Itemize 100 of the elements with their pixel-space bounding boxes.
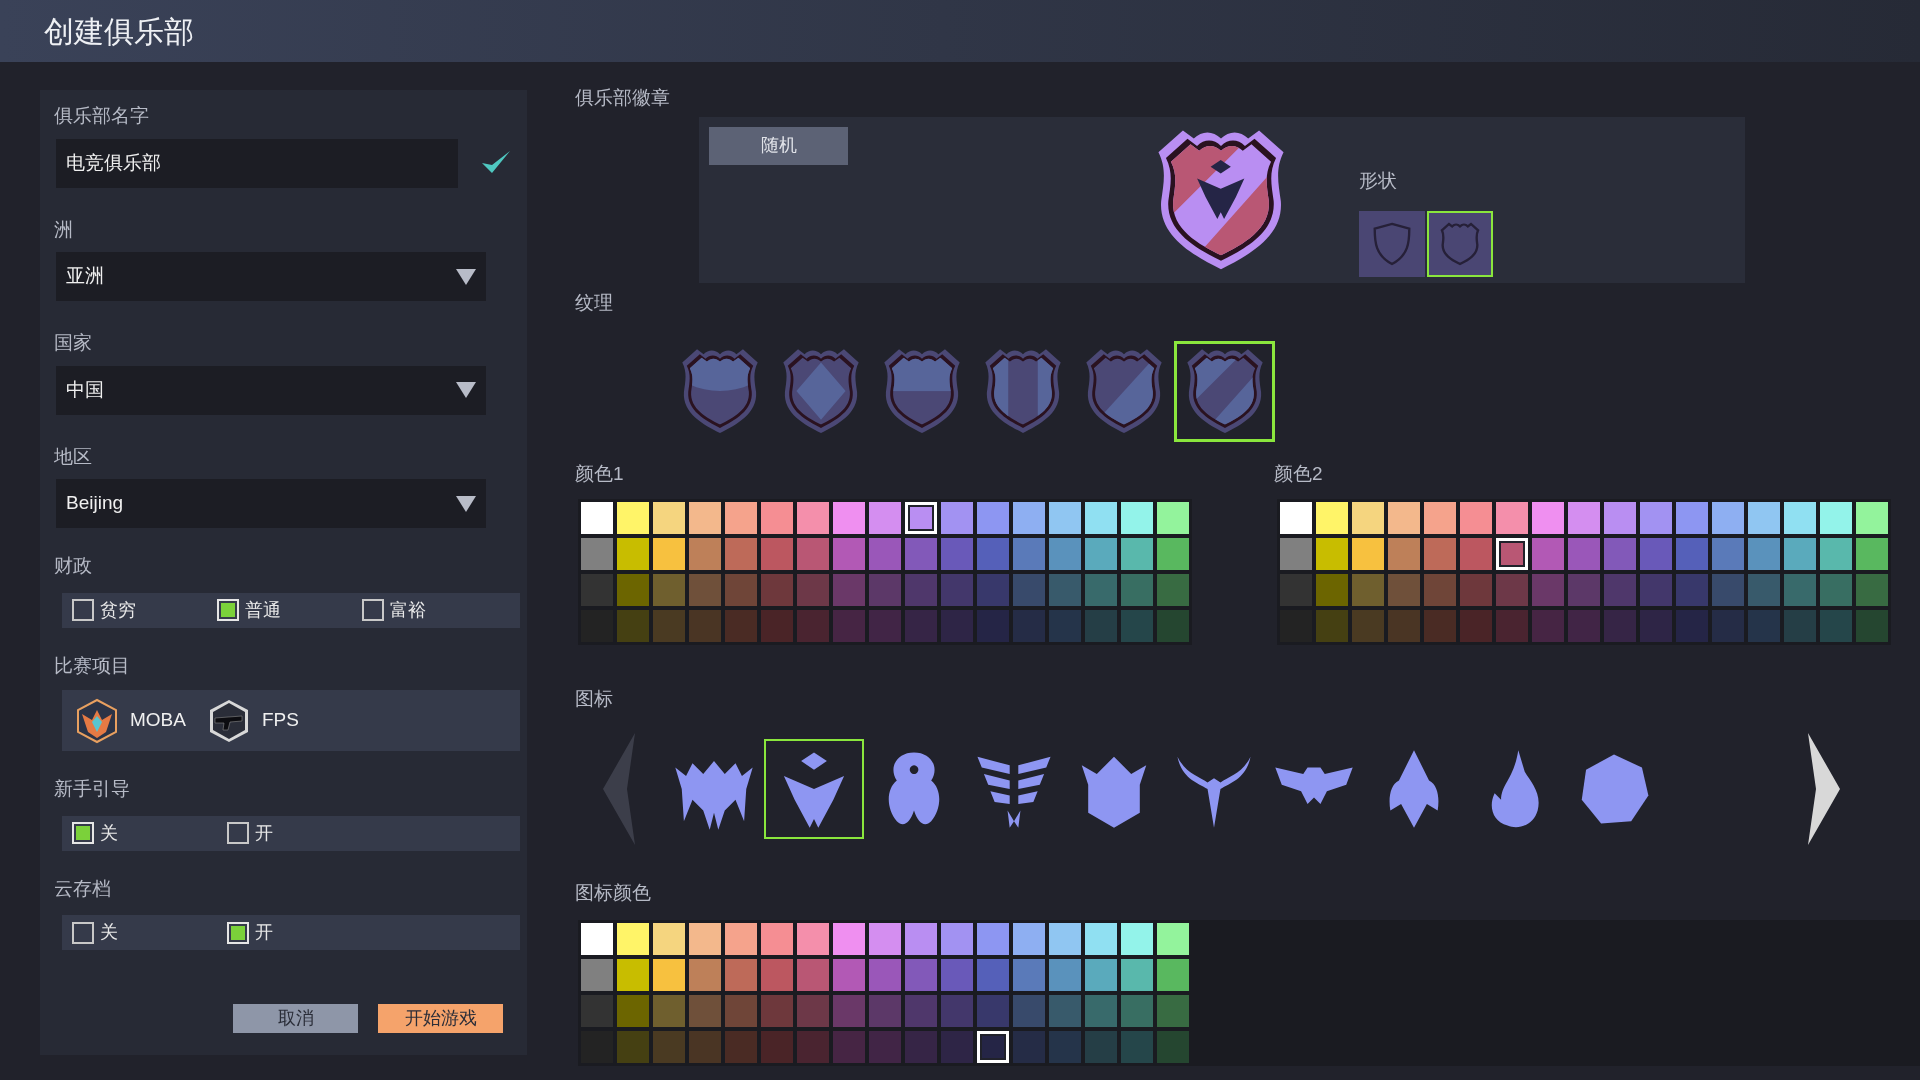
color-swatch[interactable]: [761, 1030, 793, 1063]
color-swatch[interactable]: [1157, 922, 1189, 955]
color-swatch[interactable]: [1388, 609, 1420, 642]
color-swatch[interactable]: [617, 609, 649, 642]
color-swatch[interactable]: [617, 573, 649, 606]
color-swatch[interactable]: [1352, 573, 1384, 606]
color-swatch[interactable]: [1121, 501, 1153, 534]
color-swatch[interactable]: [977, 609, 1009, 642]
shape-option[interactable]: [1427, 211, 1493, 277]
color-swatch[interactable]: [869, 1030, 901, 1063]
color-swatch[interactable]: [761, 922, 793, 955]
color-swatch[interactable]: [1532, 573, 1564, 606]
color-swatch[interactable]: [869, 573, 901, 606]
color-swatch[interactable]: [689, 537, 721, 570]
color-swatch[interactable]: [1157, 609, 1189, 642]
color-swatch[interactable]: [689, 922, 721, 955]
color-swatch[interactable]: [977, 501, 1009, 534]
color-swatch[interactable]: [1460, 501, 1492, 534]
color-swatch[interactable]: [1820, 501, 1852, 534]
color-swatch[interactable]: [1856, 609, 1888, 642]
color-swatch[interactable]: [1604, 573, 1636, 606]
color-swatch[interactable]: [1157, 1030, 1189, 1063]
color-swatch[interactable]: [941, 537, 973, 570]
dropdown[interactable]: Beijing: [56, 479, 486, 528]
color-swatch[interactable]: [1316, 609, 1348, 642]
color-swatch[interactable]: [1496, 609, 1528, 642]
color-swatch[interactable]: [1121, 1030, 1153, 1063]
color-swatch[interactable]: [1085, 994, 1117, 1027]
color-swatch[interactable]: [1568, 609, 1600, 642]
color-swatch[interactable]: [797, 994, 829, 1027]
color-swatch[interactable]: [1085, 1030, 1117, 1063]
color-swatch[interactable]: [905, 994, 937, 1027]
color-swatch[interactable]: [1121, 994, 1153, 1027]
color-swatch[interactable]: [1496, 501, 1528, 534]
color-swatch[interactable]: [761, 573, 793, 606]
color-swatch[interactable]: [1748, 501, 1780, 534]
color-swatch[interactable]: [689, 573, 721, 606]
color-swatch[interactable]: [1049, 994, 1081, 1027]
color-swatch[interactable]: [1712, 609, 1744, 642]
color-swatch[interactable]: [977, 994, 1009, 1027]
color-swatch[interactable]: [653, 501, 685, 534]
color-swatch[interactable]: [833, 1030, 865, 1063]
color-swatch[interactable]: [761, 537, 793, 570]
color-swatch[interactable]: [617, 1030, 649, 1063]
color-swatch[interactable]: [977, 1030, 1009, 1063]
checkbox[interactable]: [227, 921, 249, 944]
dropdown[interactable]: 亚洲: [56, 252, 486, 301]
checkbox[interactable]: [217, 599, 239, 621]
color-swatch[interactable]: [1157, 958, 1189, 991]
color-swatch[interactable]: [1748, 609, 1780, 642]
color-swatch[interactable]: [1316, 501, 1348, 534]
color-swatch[interactable]: [1013, 537, 1045, 570]
dropdown[interactable]: 中国: [56, 365, 486, 415]
color-swatch[interactable]: [1460, 609, 1492, 642]
color-swatch[interactable]: [653, 609, 685, 642]
color-swatch[interactable]: [833, 537, 865, 570]
color-swatch[interactable]: [761, 501, 793, 534]
color-swatch[interactable]: [1460, 573, 1492, 606]
color-swatch[interactable]: [689, 501, 721, 534]
color-swatch[interactable]: [653, 994, 685, 1027]
color-swatch[interactable]: [977, 922, 1009, 955]
color-swatch[interactable]: [1280, 573, 1312, 606]
checkbox[interactable]: [227, 822, 249, 844]
color-swatch[interactable]: [1085, 537, 1117, 570]
color-swatch[interactable]: [869, 922, 901, 955]
checkbox[interactable]: [72, 921, 94, 944]
color-swatch[interactable]: [617, 994, 649, 1027]
color-swatch[interactable]: [797, 1030, 829, 1063]
color-swatch[interactable]: [941, 994, 973, 1027]
color-swatch[interactable]: [617, 922, 649, 955]
color-swatch[interactable]: [1121, 537, 1153, 570]
color-swatch[interactable]: [653, 958, 685, 991]
color-swatch[interactable]: [1676, 573, 1708, 606]
color-swatch[interactable]: [1157, 501, 1189, 534]
color-swatch[interactable]: [1604, 609, 1636, 642]
color-swatch[interactable]: [797, 501, 829, 534]
color-swatch[interactable]: [1712, 501, 1744, 534]
color-swatch[interactable]: [1352, 537, 1384, 570]
color-swatch[interactable]: [1568, 537, 1600, 570]
color-swatch[interactable]: [1424, 573, 1456, 606]
color-swatch[interactable]: [977, 958, 1009, 991]
color-swatch[interactable]: [1640, 609, 1672, 642]
color-swatch[interactable]: [1013, 958, 1045, 991]
color-swatch[interactable]: [833, 573, 865, 606]
color-swatch[interactable]: [869, 501, 901, 534]
color-swatch[interactable]: [1013, 501, 1045, 534]
color-swatch[interactable]: [941, 1030, 973, 1063]
color-swatch[interactable]: [653, 922, 685, 955]
color-swatch[interactable]: [617, 958, 649, 991]
color-swatch[interactable]: [1676, 537, 1708, 570]
color-swatch[interactable]: [581, 573, 613, 606]
color-swatch[interactable]: [1640, 501, 1672, 534]
color-swatch[interactable]: [1568, 501, 1600, 534]
color-swatch[interactable]: [1640, 573, 1672, 606]
cancel-button[interactable]: 取消: [233, 1004, 358, 1033]
color-swatch[interactable]: [761, 994, 793, 1027]
color-swatch[interactable]: [1640, 537, 1672, 570]
color-swatch[interactable]: [1748, 537, 1780, 570]
color-swatch[interactable]: [1085, 958, 1117, 991]
color-swatch[interactable]: [1157, 573, 1189, 606]
